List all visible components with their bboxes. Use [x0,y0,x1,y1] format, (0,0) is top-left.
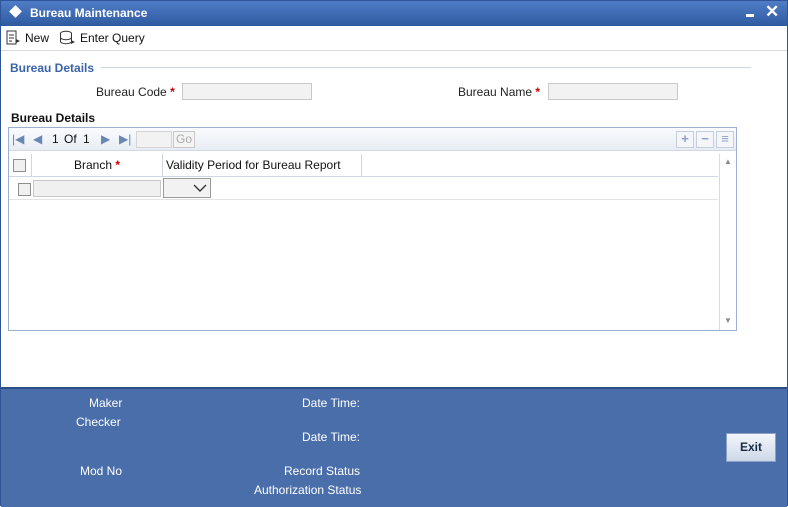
next-page-icon[interactable]: ▶ [101,132,110,146]
maker-label: Maker [89,396,123,410]
close-icon[interactable]: ✕ [765,2,779,22]
bureau-name-input[interactable] [548,83,678,100]
row-checkbox[interactable] [18,183,31,196]
bureau-name-label: Bureau Name * [458,85,541,99]
scroll-up-icon[interactable]: ▲ [724,157,732,166]
authorization-status-label: Authorization Status [254,483,362,497]
required-marker: * [170,85,175,99]
table-row [9,177,718,200]
column-header-validity-period[interactable]: Validity Period for Bureau Report [163,154,362,176]
record-status-label: Record Status [284,464,361,478]
previous-page-icon[interactable]: ◀ [33,132,42,146]
last-page-icon[interactable]: ▶| [119,132,131,146]
grid-title: Bureau Details [11,111,96,125]
window-title: Bureau Maintenance [30,6,148,20]
enter-query-label: Enter Query [80,31,145,45]
exit-button[interactable]: Exit [726,433,776,462]
total-pages: 1 [83,132,90,146]
bureau-code-label: Bureau Code * [96,85,175,99]
delete-row-icon[interactable]: − [696,131,714,148]
required-marker: * [535,85,541,99]
first-page-icon[interactable]: |◀ [12,132,24,146]
of-label: Of [64,132,77,146]
grid-header: Branch * Validity Period for Bureau Repo… [9,154,718,177]
chevron-down-icon [193,184,207,192]
bureau-code-input[interactable] [182,83,312,100]
branch-input[interactable] [33,180,161,197]
bureau-maintenance-window: Bureau Maintenance ✕ New Enter Query Bur… [0,0,788,507]
audit-footer: Maker Checker Date Time: Date Time: Mod … [1,387,787,507]
select-all-cell [9,154,32,176]
toolbar: New Enter Query [1,26,787,51]
single-view-icon[interactable]: ≡ [716,131,734,148]
select-all-checkbox[interactable] [13,159,26,172]
minimize-icon[interactable] [746,14,754,17]
column-header-branch[interactable]: Branch * [32,154,163,176]
go-button[interactable]: Go [173,131,195,148]
maker-date-time-label: Date Time: [302,396,361,410]
new-button[interactable]: New [5,29,49,47]
title-bar: Bureau Maintenance ✕ [1,1,787,26]
query-icon [60,30,75,45]
checker-label: Checker [76,415,121,429]
grid-scrollbar[interactable]: ▲ ▼ [719,154,736,330]
mod-no-label: Mod No [80,464,123,478]
new-button-label: New [25,31,50,45]
required-marker: * [115,158,121,172]
window-diamond-icon [9,5,22,18]
current-page: 1 [52,132,59,146]
checker-date-time-label: Date Time: [302,430,361,444]
validity-period-select[interactable] [163,178,211,198]
new-document-icon [6,30,20,45]
page-number-input[interactable] [136,131,172,148]
add-row-icon[interactable]: + [676,131,694,148]
section-heading: Bureau Details [10,61,95,75]
bureau-details-grid: |◀ ◀ 1 Of 1 ▶ ▶| Go + − ≡ Branch * Valid… [8,127,737,331]
enter-query-button[interactable]: Enter Query [59,29,145,47]
section-divider [101,67,751,68]
scroll-down-icon[interactable]: ▼ [724,316,732,325]
grid-pager: |◀ ◀ 1 Of 1 ▶ ▶| Go + − ≡ [9,128,736,151]
